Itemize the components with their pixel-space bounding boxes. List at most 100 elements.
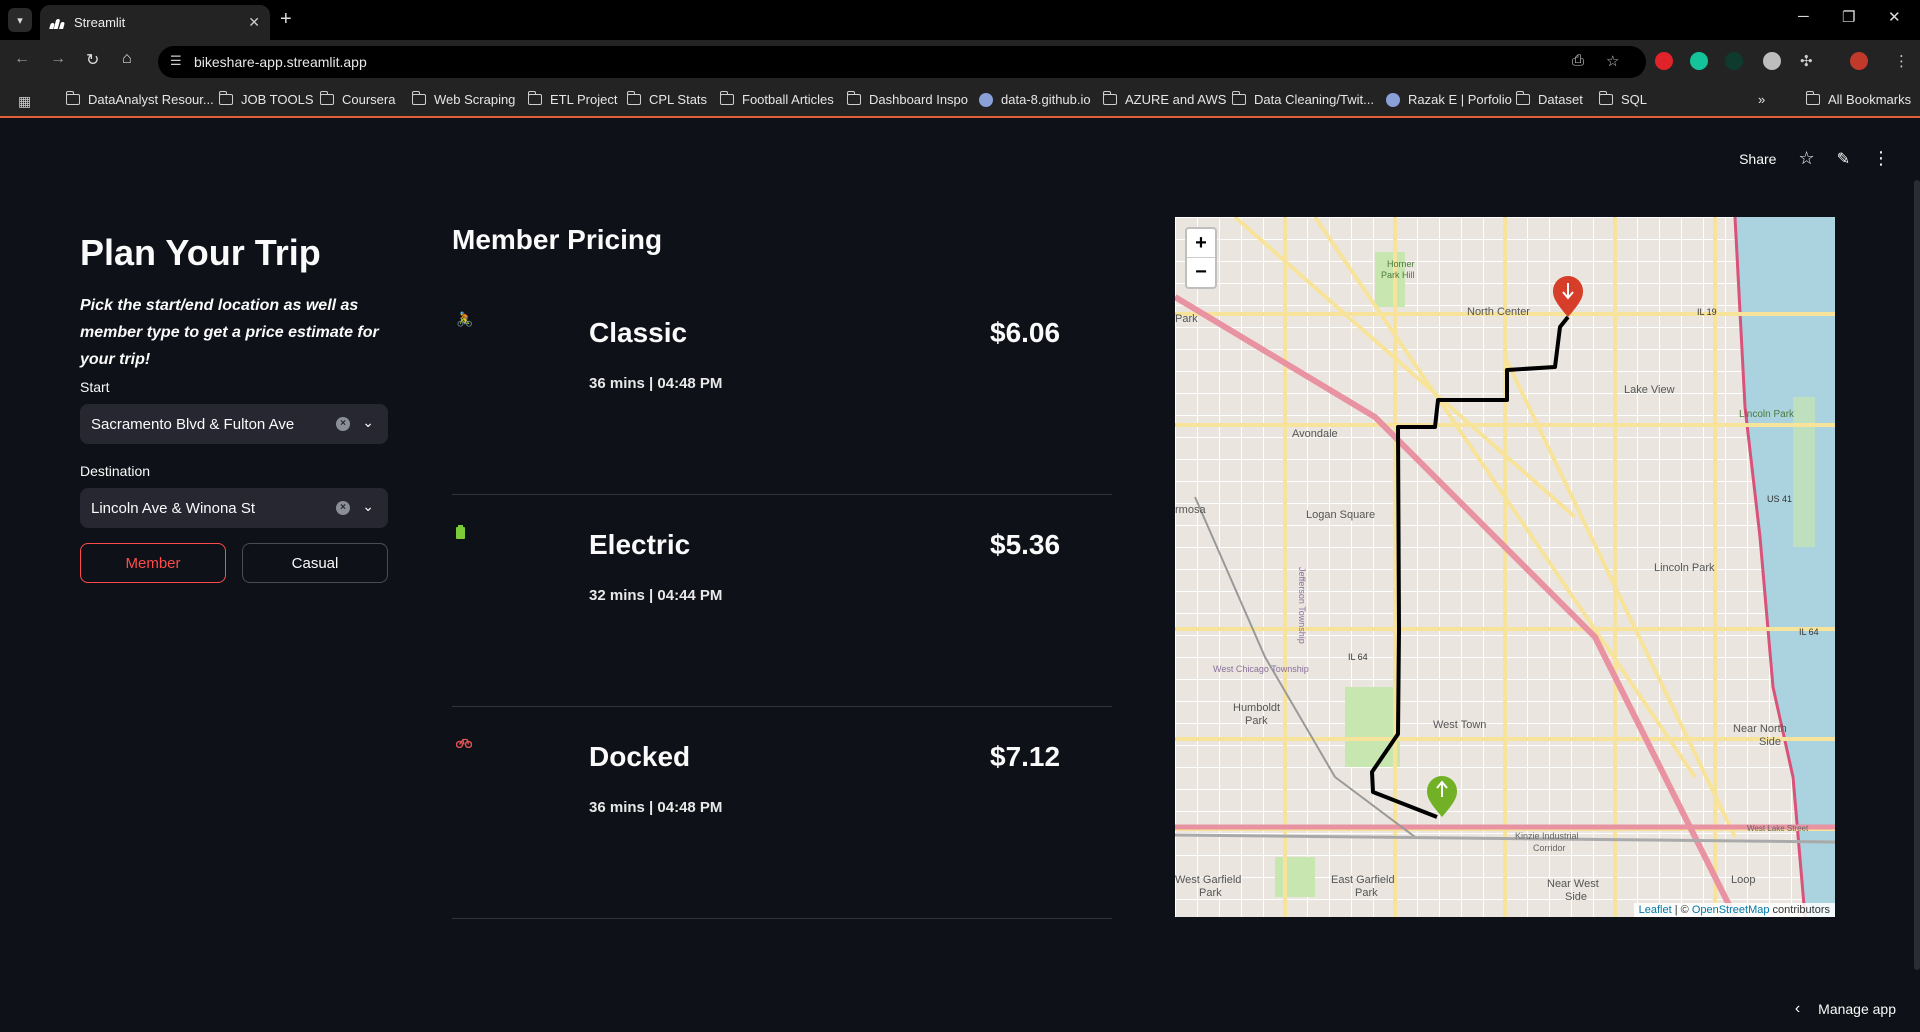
zoom-out-button[interactable]: − xyxy=(1187,258,1215,287)
page-title: Plan Your Trip xyxy=(80,232,321,273)
zoom-control: + − xyxy=(1185,227,1217,289)
folder-icon xyxy=(527,91,542,105)
bookmark-item[interactable]: SQL xyxy=(1598,91,1647,107)
share-button[interactable]: Share xyxy=(1739,151,1776,167)
option-name: Classic xyxy=(589,317,688,348)
svg-text:Avondale: Avondale xyxy=(1292,428,1338,440)
destination-select[interactable]: Lincoln Ave & Winona St × ⌄ xyxy=(80,488,388,528)
tab-title: Streamlit xyxy=(74,15,126,30)
minimize-icon[interactable]: ─ xyxy=(1798,8,1809,25)
grammarly-icon[interactable] xyxy=(1690,52,1708,70)
forward-icon[interactable]: → xyxy=(50,50,66,68)
extension-dark-icon[interactable] xyxy=(1725,52,1743,70)
manage-app-label: Manage app xyxy=(1818,1001,1896,1017)
svg-text:North Center: North Center xyxy=(1467,306,1530,318)
chevron-down-icon[interactable]: ⌄ xyxy=(362,498,374,515)
star-icon[interactable]: ☆ xyxy=(1798,148,1814,169)
bookmark-item[interactable]: Coursera xyxy=(319,91,395,107)
globe-icon xyxy=(979,92,993,107)
address-bar[interactable]: ☰ bikeshare-app.streamlit.app xyxy=(158,46,1646,78)
start-select-value: Sacramento Blvd & Fulton Ave xyxy=(91,415,295,433)
svg-text:Near West: Near West xyxy=(1547,878,1599,890)
bookmark-item[interactable]: Razak E | Porfolio xyxy=(1386,92,1512,107)
casual-button[interactable]: Casual xyxy=(242,543,388,583)
restore-icon[interactable]: ❐ xyxy=(1842,8,1855,26)
streamlit-header: Share ☆ ✎ ⋮ xyxy=(1739,148,1890,169)
folder-icon xyxy=(1598,91,1613,105)
option-name: Electric xyxy=(589,529,691,560)
destination-select-value: Lincoln Ave & Winona St xyxy=(91,499,255,517)
folder-icon xyxy=(846,91,861,105)
chevron-down-icon[interactable]: ⌄ xyxy=(362,414,374,431)
browser-menu-icon[interactable]: ⋮ xyxy=(1894,52,1909,70)
bookmark-item[interactable]: Football Articles xyxy=(719,91,834,107)
page-scrollbar[interactable] xyxy=(1914,180,1920,970)
folder-icon xyxy=(65,91,80,105)
extension-gray-icon[interactable] xyxy=(1763,52,1781,70)
svg-text:Corridor: Corridor xyxy=(1533,843,1566,853)
bookmark-item[interactable]: ETL Project xyxy=(527,91,617,107)
option-name: Docked xyxy=(589,741,691,772)
bookmark-item[interactable]: Web Scraping xyxy=(411,91,515,107)
extensions-puzzle-icon[interactable]: ✣ xyxy=(1800,52,1813,70)
member-button[interactable]: Member xyxy=(80,543,226,583)
streamlit-favicon-icon xyxy=(49,17,65,29)
svg-text:Loop: Loop xyxy=(1731,874,1755,886)
new-tab-icon[interactable]: + xyxy=(280,8,292,31)
destination-label: Destination xyxy=(80,463,151,479)
bookmark-item[interactable]: DataAnalyst Resour... xyxy=(65,91,214,107)
zoom-in-button[interactable]: + xyxy=(1187,229,1215,258)
manage-app-button[interactable]: ‹ Manage app xyxy=(1795,1000,1896,1018)
bookmark-item[interactable]: CPL Stats xyxy=(626,91,707,107)
tab-search-button[interactable]: ▾ xyxy=(8,8,32,32)
option-meta: 36 mins | 04:48 PM xyxy=(589,799,723,816)
bookmark-star-icon[interactable]: ☆ xyxy=(1606,52,1619,70)
site-info-icon[interactable]: ☰ xyxy=(170,53,182,69)
more-bookmarks-icon[interactable]: » xyxy=(1758,92,1765,107)
pricing-title: Member Pricing xyxy=(452,224,663,255)
leaflet-link[interactable]: Leaflet xyxy=(1639,904,1672,916)
svg-text:Lake View: Lake View xyxy=(1624,384,1675,396)
back-icon[interactable]: ← xyxy=(14,50,30,68)
bookmark-item[interactable]: Dashboard Inspo xyxy=(846,91,968,107)
all-bookmarks[interactable]: All Bookmarks xyxy=(1805,91,1911,107)
page-subtitle: Pick the start/end location as well as m… xyxy=(80,297,379,368)
chevron-left-icon: ‹ xyxy=(1794,1000,1801,1017)
bookmark-item[interactable]: Dataset xyxy=(1515,91,1583,107)
map-attribution: Leaflet | © OpenStreetMap contributors xyxy=(1633,903,1835,917)
svg-text:Kinzie Industrial: Kinzie Industrial xyxy=(1515,831,1579,841)
clear-icon[interactable]: × xyxy=(336,501,350,515)
main-menu-icon[interactable]: ⋮ xyxy=(1872,148,1890,169)
svg-text:Horner: Horner xyxy=(1387,259,1415,269)
bookmark-item[interactable]: data-8.github.io xyxy=(979,92,1091,107)
svg-text:Jefferson Township: Jefferson Township xyxy=(1297,567,1307,644)
close-window-icon[interactable]: ✕ xyxy=(1888,8,1901,26)
svg-text:Logan Square: Logan Square xyxy=(1306,509,1375,521)
svg-text:Park: Park xyxy=(1175,313,1198,325)
home-icon[interactable]: ⌂ xyxy=(122,50,132,68)
extension-red-icon[interactable] xyxy=(1655,52,1673,70)
bicyclist-icon: 🚴 xyxy=(456,311,474,327)
svg-text:Near North: Near North xyxy=(1733,723,1787,735)
osm-link[interactable]: OpenStreetMap xyxy=(1692,904,1770,916)
start-select[interactable]: Sacramento Blvd & Fulton Ave × ⌄ xyxy=(80,404,388,444)
edit-pencil-icon[interactable]: ✎ xyxy=(1837,149,1850,169)
folder-icon xyxy=(1231,91,1246,105)
bookmark-item[interactable]: AZURE and AWS xyxy=(1102,91,1226,107)
apps-grid-icon[interactable]: ▦ xyxy=(18,93,31,110)
svg-text:Park Hill: Park Hill xyxy=(1381,270,1415,280)
folder-icon xyxy=(1102,91,1117,105)
browser-tab[interactable]: Streamlit ✕ xyxy=(40,5,270,40)
bookmark-item[interactable]: Data Cleaning/Twit... xyxy=(1231,91,1374,107)
pricing-option-electric: Electric $5.36 32 mins | 04:44 PM xyxy=(452,495,1112,707)
install-app-icon[interactable]: ⎙ xyxy=(1572,52,1584,69)
route-map[interactable]: North Center Lake View Avondale Logan Sq… xyxy=(1175,217,1835,917)
clear-icon[interactable]: × xyxy=(336,417,350,431)
reload-icon[interactable]: ↻ xyxy=(86,50,99,70)
folder-icon xyxy=(1805,91,1820,105)
bookmark-item[interactable]: JOB TOOLS xyxy=(218,91,314,107)
close-tab-icon[interactable]: ✕ xyxy=(248,14,260,31)
svg-text:West Garfield: West Garfield xyxy=(1175,874,1241,886)
svg-text:rmosa: rmosa xyxy=(1175,504,1206,516)
profile-avatar-icon[interactable] xyxy=(1850,52,1868,70)
